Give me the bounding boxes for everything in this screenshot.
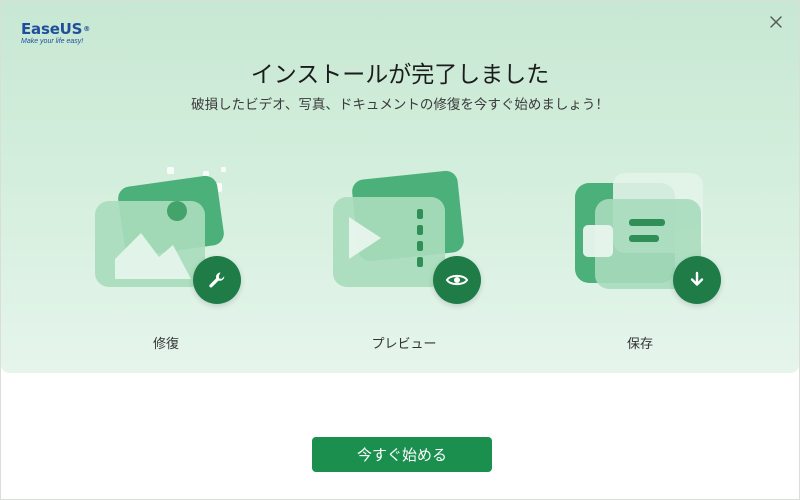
repair-badge	[193, 256, 241, 304]
eye-icon	[445, 274, 469, 286]
close-button[interactable]	[765, 11, 787, 33]
logo-name: EaseUS	[21, 20, 83, 38]
page-title: インストールが完了しました	[250, 62, 550, 88]
close-icon	[770, 16, 782, 28]
logo-reg-mark: ®	[83, 25, 91, 33]
feature-repair: 修復	[81, 161, 251, 352]
feature-label-preview: プレビュー	[371, 337, 437, 352]
feature-label-save: 保存	[626, 337, 653, 352]
feature-label-repair: 修復	[152, 337, 179, 352]
save-badge	[673, 256, 721, 304]
logo-tagline: Make your life easy!	[21, 38, 84, 45]
download-icon	[690, 271, 704, 286]
easeus-logo: EaseUS® Make your life easy!	[21, 21, 90, 45]
hero-panel: EaseUS® Make your life easy! インストールが完了しま…	[1, 1, 799, 373]
start-now-button[interactable]: 今すぐ始める	[312, 437, 492, 472]
wrench-icon	[209, 272, 225, 288]
page-subtitle: 破損したビデオ、写真、ドキュメントの修復を今すぐ始めましょう！	[191, 97, 609, 113]
feature-preview: プレビュー	[319, 161, 489, 352]
feature-save: 保存	[555, 161, 725, 352]
installer-window: EaseUS® Make your life easy! インストールが完了しま…	[0, 0, 800, 500]
preview-badge	[433, 256, 481, 304]
